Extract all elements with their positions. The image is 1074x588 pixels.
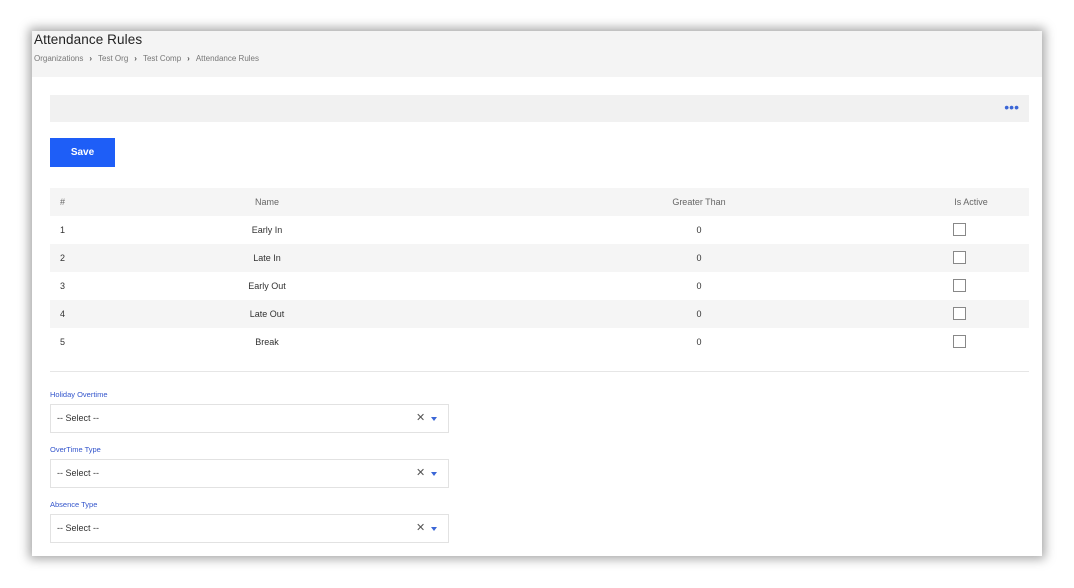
chevron-right-icon: › [89,54,93,63]
is-active-checkbox[interactable] [953,223,966,236]
absence-type-label: Absence Type [50,500,98,509]
column-header-number[interactable]: # [60,188,65,216]
overtime-type-select[interactable]: -- Select -- ✕ [50,459,449,488]
select-value: -- Select -- [57,523,100,533]
caret-down-icon[interactable] [431,472,437,476]
holiday-overtime-label: Holiday Overtime [50,390,108,399]
caret-down-icon[interactable] [431,417,437,421]
close-icon[interactable]: ✕ [416,412,425,424]
save-button[interactable]: Save [50,138,115,167]
is-active-checkbox[interactable] [953,307,966,320]
toolbar: ••• [50,95,1029,122]
is-active-checkbox[interactable] [953,335,966,348]
row-number: 1 [60,225,66,235]
row-name: Early In [251,225,283,235]
table-row: 4 Late Out 0 [50,300,1029,328]
breadcrumb-organizations[interactable]: Organizations [34,54,83,63]
column-header-is-active[interactable]: Is Active [921,188,1021,216]
breadcrumb-attendance-rules: Attendance Rules [195,54,259,63]
select-value: -- Select -- [57,413,100,423]
row-greater-than: 0 [696,281,702,291]
row-number: 4 [60,309,66,319]
close-icon[interactable]: ✕ [416,522,425,534]
rules-table: # Name Greater Than Is Active 1 Early In… [50,188,1029,356]
overtime-type-label: OverTime Type [50,445,101,454]
more-horizontal-icon[interactable]: ••• [1004,100,1019,114]
row-number: 2 [60,253,66,263]
breadcrumb: Organizations › Test Org › Test Comp › A… [34,54,259,63]
breadcrumb-test-org[interactable]: Test Org [98,54,128,63]
table-row: 1 Early In 0 [50,216,1029,244]
column-header-greater-than[interactable]: Greater Than [649,188,749,216]
column-header-name[interactable]: Name [217,188,317,216]
row-name: Late In [253,253,281,263]
row-greater-than: 0 [696,225,702,235]
holiday-overtime-select[interactable]: -- Select -- ✕ [50,404,449,433]
table-header-row: # Name Greater Than Is Active [50,188,1029,216]
page-title: Attendance Rules [34,32,143,47]
row-number: 3 [60,281,66,291]
select-value: -- Select -- [57,468,100,478]
breadcrumb-test-comp[interactable]: Test Comp [143,54,181,63]
absence-type-select[interactable]: -- Select -- ✕ [50,514,449,543]
is-active-checkbox[interactable] [953,279,966,292]
table-row: 5 Break 0 [50,328,1029,356]
app-window: Attendance Rules Organizations › Test Or… [32,31,1042,556]
chevron-right-icon: › [187,54,190,63]
row-greater-than: 0 [696,309,702,319]
row-greater-than: 0 [696,253,702,263]
row-name: Late Out [249,309,285,319]
table-row: 3 Early Out 0 [50,272,1029,300]
chevron-right-icon: › [134,54,137,63]
row-number: 5 [60,337,66,347]
caret-down-icon[interactable] [431,527,437,531]
section-divider [50,371,1029,372]
row-name: Early Out [248,281,286,291]
row-name: Break [255,337,279,347]
row-greater-than: 0 [696,337,702,347]
is-active-checkbox[interactable] [953,251,966,264]
table-row: 2 Late In 0 [50,244,1029,272]
close-icon[interactable]: ✕ [416,467,425,479]
page-header: Attendance Rules Organizations › Test Or… [32,31,1042,77]
